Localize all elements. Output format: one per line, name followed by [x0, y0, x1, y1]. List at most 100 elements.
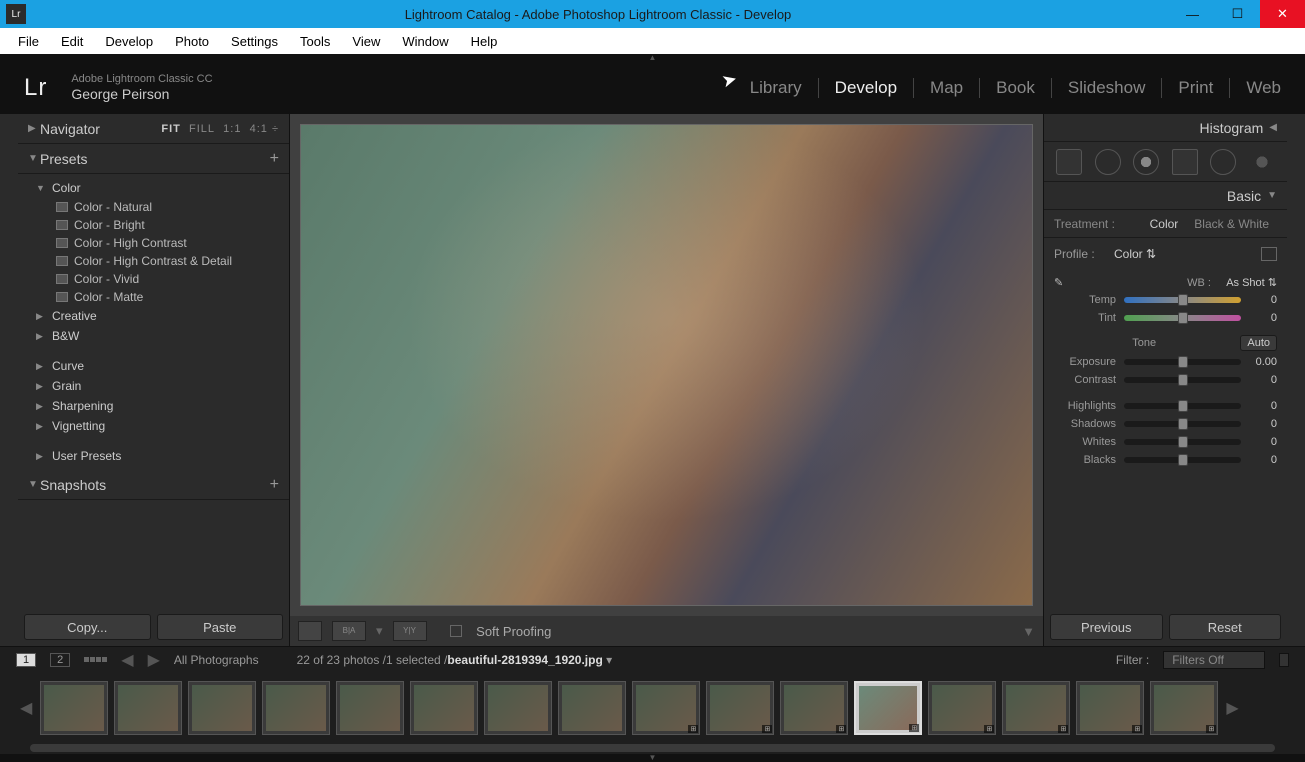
thumbnail[interactable]: ⊞	[706, 681, 774, 735]
monitor-2-button[interactable]: 2	[50, 653, 70, 667]
preset-group[interactable]: ▶Vignetting	[36, 416, 289, 436]
thumbnail[interactable]: ⊞	[1150, 681, 1218, 735]
slider-blacks[interactable]: Blacks0	[1044, 451, 1287, 469]
slider-exposure[interactable]: Exposure0.00	[1044, 353, 1287, 371]
graduated-filter-tool[interactable]	[1172, 149, 1198, 175]
soft-proofing-checkbox[interactable]	[450, 625, 462, 637]
thumbnail[interactable]	[336, 681, 404, 735]
spot-removal-tool[interactable]	[1095, 149, 1121, 175]
thumbnail[interactable]	[410, 681, 478, 735]
slider-shadows[interactable]: Shadows0	[1044, 415, 1287, 433]
preset-item[interactable]: Color - High Contrast	[36, 234, 289, 252]
collapse-top-icon[interactable]: ▲	[0, 54, 1305, 62]
navigator-fit-options[interactable]: FIT FILL 1:1 4:1 ÷	[161, 123, 279, 135]
filmstrip-right-arrow[interactable]: ▶	[1224, 698, 1240, 718]
preset-item[interactable]: Color - Vivid	[36, 270, 289, 288]
slider-tint[interactable]: Tint0	[1044, 309, 1287, 327]
preset-group[interactable]: ▶Creative	[36, 306, 289, 326]
crop-tool[interactable]	[1056, 149, 1082, 175]
previous-button[interactable]: Previous	[1050, 614, 1163, 640]
preset-group[interactable]: ▶Grain	[36, 376, 289, 396]
menu-file[interactable]: File	[8, 32, 49, 51]
brush-tool[interactable]	[1249, 149, 1275, 175]
add-preset-button[interactable]: +	[270, 150, 279, 168]
eyedropper-icon[interactable]: ✎	[1054, 276, 1072, 289]
module-map[interactable]: Map	[914, 78, 980, 98]
loupe-view-button[interactable]	[298, 621, 322, 641]
menu-window[interactable]: Window	[392, 32, 458, 51]
module-slideshow[interactable]: Slideshow	[1052, 78, 1163, 98]
menu-develop[interactable]: Develop	[95, 32, 163, 51]
slider-highlights[interactable]: Highlights0	[1044, 397, 1287, 415]
filmstrip-scrollbar[interactable]	[0, 744, 1305, 754]
preset-item[interactable]: Color - Bright	[36, 216, 289, 234]
collapse-bottom-icon[interactable]: ▼	[0, 754, 1305, 762]
module-develop[interactable]: Develop	[819, 78, 914, 98]
prev-arrow-icon[interactable]: ◀	[121, 650, 133, 670]
before-after-button[interactable]: B|A	[332, 621, 366, 641]
thumbnail[interactable]	[114, 681, 182, 735]
next-arrow-icon[interactable]: ▶	[148, 650, 160, 670]
filmstrip-left-arrow[interactable]: ◀	[18, 698, 34, 718]
chevron-down-icon[interactable]: ▼	[1022, 624, 1035, 639]
filmstrip-path[interactable]: 22 of 23 photos /1 selected /beautiful-2…	[297, 653, 613, 667]
module-library[interactable]: Library	[734, 78, 819, 98]
thumbnail[interactable]	[262, 681, 330, 735]
close-button[interactable]: ✕	[1260, 0, 1305, 28]
thumbnail[interactable]	[484, 681, 552, 735]
preset-group[interactable]: ▶User Presets	[36, 446, 289, 466]
menu-edit[interactable]: Edit	[51, 32, 93, 51]
profile-browser-button[interactable]	[1261, 247, 1277, 261]
navigator-panel-header[interactable]: ▶ Navigator FIT FILL 1:1 4:1 ÷	[18, 114, 289, 144]
preset-item[interactable]: Color - High Contrast & Detail	[36, 252, 289, 270]
source-label[interactable]: All Photographs	[174, 653, 259, 667]
thumbnail[interactable]: ⊞	[780, 681, 848, 735]
add-snapshot-button[interactable]: +	[270, 476, 279, 494]
filter-dropdown[interactable]: Filters Off	[1163, 651, 1265, 669]
preset-group[interactable]: ▶Sharpening	[36, 396, 289, 416]
slider-contrast[interactable]: Contrast0	[1044, 371, 1287, 389]
thumbnail[interactable]	[558, 681, 626, 735]
paste-button[interactable]: Paste	[157, 614, 284, 640]
preset-item[interactable]: Color - Matte	[36, 288, 289, 306]
histogram-panel-header[interactable]: Histogram ◀	[1044, 114, 1287, 142]
reset-button[interactable]: Reset	[1169, 614, 1282, 640]
module-book[interactable]: Book	[980, 78, 1052, 98]
preset-group[interactable]: ▶B&W	[36, 326, 289, 346]
monitor-1-button[interactable]: 1	[16, 653, 36, 667]
grid-icon[interactable]	[84, 657, 107, 662]
slider-temp[interactable]: Temp0	[1044, 291, 1287, 309]
module-print[interactable]: Print	[1162, 78, 1230, 98]
thumbnail[interactable]: ★★★★⊞	[632, 681, 700, 735]
slider-whites[interactable]: Whites0	[1044, 433, 1287, 451]
auto-tone-button[interactable]: Auto	[1240, 335, 1277, 351]
preset-group[interactable]: ▼Color	[36, 178, 289, 198]
module-web[interactable]: Web	[1230, 78, 1281, 98]
radial-filter-tool[interactable]	[1210, 149, 1236, 175]
menu-view[interactable]: View	[342, 32, 390, 51]
thumbnail[interactable]: ⊞	[854, 681, 922, 735]
thumbnail[interactable]: ⊞	[1076, 681, 1144, 735]
minimize-button[interactable]: —	[1170, 0, 1215, 28]
menu-help[interactable]: Help	[461, 32, 508, 51]
redeye-tool[interactable]	[1133, 149, 1159, 175]
menu-tools[interactable]: Tools	[290, 32, 340, 51]
preset-group[interactable]: ▶Curve	[36, 356, 289, 376]
image-viewport[interactable]	[290, 114, 1043, 616]
thumbnail[interactable]: ⊞	[1002, 681, 1070, 735]
filter-lock-icon[interactable]	[1279, 653, 1289, 667]
thumbnail[interactable]	[40, 681, 108, 735]
treatment-color[interactable]: Color	[1142, 217, 1187, 231]
snapshots-panel-header[interactable]: ▼ Snapshots +	[18, 470, 289, 500]
thumbnail[interactable]	[188, 681, 256, 735]
profile-value[interactable]: Color ⇅	[1114, 247, 1156, 261]
treatment-bw[interactable]: Black & White	[1186, 217, 1277, 231]
compare-yy-button[interactable]: Y|Y	[393, 621, 427, 641]
menu-settings[interactable]: Settings	[221, 32, 288, 51]
thumbnail[interactable]: ⊞	[928, 681, 996, 735]
presets-panel-header[interactable]: ▼ Presets +	[18, 144, 289, 174]
wb-value[interactable]: As Shot ⇅	[1217, 276, 1277, 289]
menu-photo[interactable]: Photo	[165, 32, 219, 51]
basic-panel-header[interactable]: Basic ▼	[1044, 182, 1287, 210]
copy-button[interactable]: Copy...	[24, 614, 151, 640]
